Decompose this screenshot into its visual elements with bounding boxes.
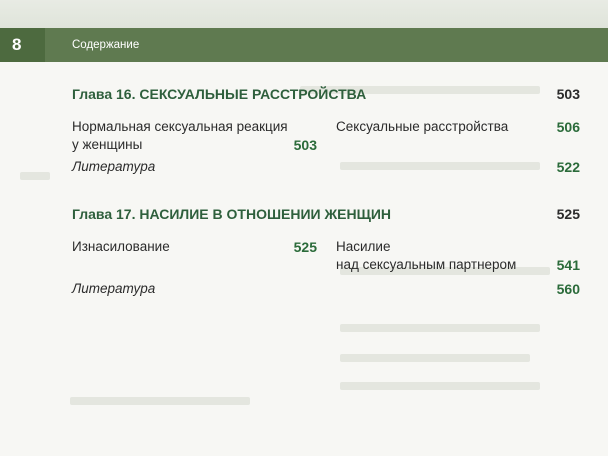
toc-entry-label: Литература — [72, 281, 156, 296]
running-header: 8 Содержание — [0, 28, 608, 62]
bleed-through-mark — [20, 172, 50, 180]
page-number: 8 — [0, 28, 45, 62]
toc-entry-label-line2: у женщины — [72, 137, 143, 152]
toc-entry-label-line1: Нормальная сексуальная реакция — [72, 119, 288, 134]
toc-entry-label-line1: Насилие — [336, 239, 391, 254]
toc-page: Глава 16. СЕКСУАЛЬНЫЕ РАССТРОЙСТВА 503 Н… — [0, 62, 608, 456]
toc-entry-page: 525 — [293, 239, 317, 255]
bleed-through-mark — [70, 397, 250, 405]
toc-entry-page: 541 — [556, 257, 580, 273]
toc-entry-label: Сексуальные расстройства — [336, 119, 509, 134]
bleed-through-mark — [340, 354, 530, 362]
chapter-17-heading[interactable]: Глава 17. НАСИЛИЕ В ОТНОШЕНИИ ЖЕНЩИН 525 — [72, 206, 580, 226]
toc-entry-normal-sexual-response[interactable]: Нормальная сексуальная реакция у женщины… — [72, 118, 317, 154]
bleed-through-mark — [340, 324, 540, 332]
chapter-16-page: 503 — [556, 86, 580, 102]
toc-entry-page: 560 — [556, 281, 580, 297]
toc-entry-partner-violence[interactable]: Насилие над сексуальным партнером 541 — [336, 238, 580, 274]
top-margin-strip — [0, 0, 608, 28]
chapter-17-title: Глава 17. НАСИЛИЕ В ОТНОШЕНИИ ЖЕНЩИН — [72, 206, 392, 222]
toc-entry-literature-16[interactable]: Литература — [72, 158, 155, 176]
toc-entry-label: Изнасилование — [72, 239, 170, 254]
toc-entry-label-line2: над сексуальным партнером — [336, 257, 517, 272]
chapter-17-page: 525 — [556, 206, 580, 222]
chapter-16-heading[interactable]: Глава 16. СЕКСУАЛЬНЫЕ РАССТРОЙСТВА 503 — [72, 86, 580, 106]
toc-entry-page: 506 — [556, 119, 580, 135]
toc-entry-label: Литература — [72, 159, 156, 174]
toc-entry-literature-17[interactable]: Литература — [72, 280, 155, 298]
toc-entry-sexual-disorders[interactable]: Сексуальные расстройства 506 — [336, 118, 580, 136]
toc-entry-page: 503 — [293, 137, 317, 153]
bleed-through-mark — [340, 162, 540, 170]
toc-entry-rape[interactable]: Изнасилование 525 — [72, 238, 317, 256]
bleed-through-mark — [340, 382, 540, 390]
toc-entry-page: 522 — [556, 159, 580, 175]
chapter-16-title: Глава 16. СЕКСУАЛЬНЫЕ РАССТРОЙСТВА — [72, 86, 367, 102]
running-header-title: Содержание — [72, 39, 140, 51]
